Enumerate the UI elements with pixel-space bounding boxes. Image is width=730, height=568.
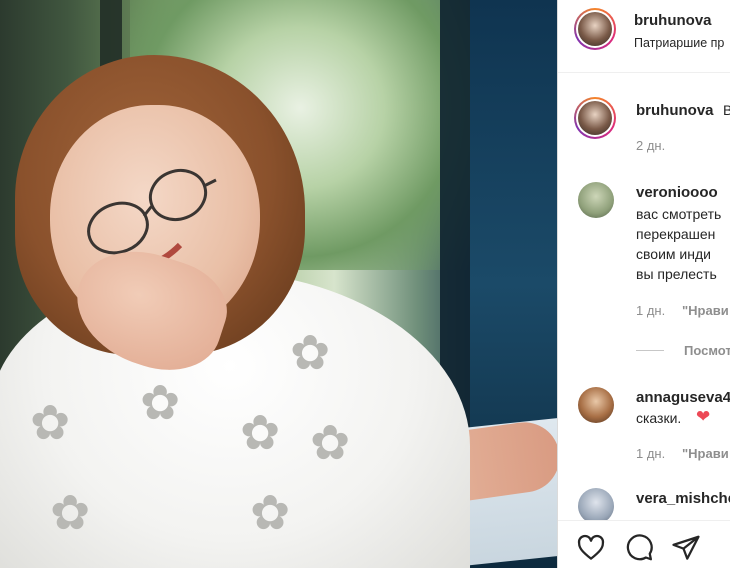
post-location[interactable]: Патриаршие пр bbox=[634, 36, 724, 50]
replies-divider bbox=[636, 350, 664, 351]
comment-text-line: сказки. bbox=[636, 410, 682, 426]
share-icon[interactable] bbox=[671, 533, 701, 563]
comment-username[interactable]: veronioooo bbox=[636, 184, 718, 201]
flower-embroidery: ✿ bbox=[140, 377, 181, 430]
author-username[interactable]: bruhunova bbox=[634, 12, 712, 29]
caption-author-avatar[interactable] bbox=[574, 97, 616, 139]
flower-embroidery: ✿ bbox=[310, 417, 351, 470]
comment-time[interactable]: 1 дн. bbox=[636, 303, 665, 318]
comment-text-line: перекрашен bbox=[636, 226, 716, 242]
comment-time[interactable]: 1 дн. bbox=[636, 446, 665, 461]
caption-text: В bbox=[723, 100, 730, 120]
comment-avatar[interactable] bbox=[578, 182, 614, 218]
comment-text-line: вы прелесть bbox=[636, 266, 717, 282]
comment-text-line: своим инди bbox=[636, 246, 711, 262]
post-side-panel: bruhunova Патриаршие пр bruhunova В 2 дн… bbox=[557, 0, 730, 568]
comment-like-link[interactable]: "Нрави bbox=[682, 446, 729, 461]
heart-emoji-icon: ❤ bbox=[696, 407, 711, 426]
post-header: bruhunova Патриаршие пр bbox=[558, 0, 730, 73]
comment-username[interactable]: annaguseva4 bbox=[636, 389, 730, 406]
caption-username[interactable]: bruhunova bbox=[636, 102, 714, 119]
flower-embroidery: ✿ bbox=[290, 327, 331, 380]
caption-time[interactable]: 2 дн. bbox=[636, 138, 665, 153]
comment-like-link[interactable]: "Нрави bbox=[682, 303, 729, 318]
comment-username[interactable]: vera_mishche bbox=[636, 490, 730, 507]
glasses-illustration bbox=[87, 168, 217, 269]
comment-text-line: вас смотреть bbox=[636, 206, 722, 222]
author-avatar[interactable] bbox=[574, 8, 616, 50]
flower-embroidery: ✿ bbox=[240, 407, 281, 460]
comment-avatar[interactable] bbox=[578, 387, 614, 423]
comment-icon[interactable] bbox=[624, 533, 654, 563]
post-photo[interactable]: ✿ ✿ ✿ ✿ ✿ ✿ ✿ bbox=[0, 0, 557, 568]
heart-icon[interactable] bbox=[576, 533, 606, 563]
view-replies-link[interactable]: Посмот bbox=[684, 343, 730, 358]
flower-embroidery: ✿ bbox=[30, 397, 71, 450]
post-action-bar bbox=[558, 520, 730, 568]
comment-avatar[interactable] bbox=[578, 488, 614, 524]
flower-embroidery: ✿ bbox=[250, 487, 291, 540]
flower-embroidery: ✿ bbox=[50, 487, 91, 540]
